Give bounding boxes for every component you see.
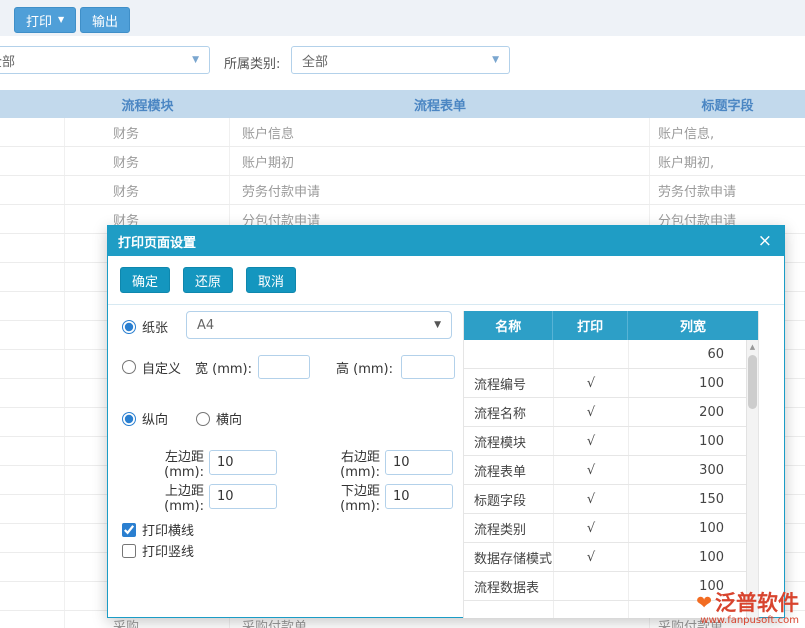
- scroll-up-icon[interactable]: ▲: [747, 340, 758, 353]
- cell-title: 劳务付款申请: [650, 176, 805, 204]
- cell-module: 财务: [65, 147, 230, 175]
- caret-down-icon: ▼: [192, 55, 199, 65]
- landscape-radio[interactable]: [196, 412, 210, 426]
- print-hline-checkbox[interactable]: [122, 523, 136, 537]
- custom-size-row: 自定义 宽 (mm): 高 (mm):: [122, 355, 455, 379]
- divider: [108, 304, 784, 305]
- paper-label: 纸张: [142, 317, 168, 336]
- height-input[interactable]: [401, 355, 455, 379]
- column-header-title: 标题字段: [650, 90, 805, 118]
- cell-form: 劳务付款申请: [230, 176, 650, 204]
- print-vline-label: 打印竖线: [142, 541, 194, 560]
- table-row[interactable]: 财务 劳务付款申请 劳务付款申请: [0, 176, 805, 205]
- columns-row[interactable]: 60: [464, 340, 748, 369]
- dialog-titlebar: 打印页面设置 ×: [108, 226, 784, 256]
- column-header-name: 名称: [464, 311, 553, 340]
- columns-row[interactable]: 流程名称 √ 200: [464, 398, 748, 427]
- margin-bottom-label: 下边距(mm):: [320, 484, 380, 514]
- margin-bottom-group: 下边距(mm):: [320, 484, 453, 514]
- column-header-form: 流程表单: [230, 90, 650, 118]
- columns-row-partial: [464, 601, 748, 618]
- print-button[interactable]: 打印 ▼: [14, 7, 76, 33]
- cancel-button[interactable]: 取消: [246, 267, 296, 293]
- columns-table: 名称 打印 列宽 60 流程编号 √ 100 流程名称 √ 200 流程模块 √…: [463, 311, 759, 618]
- cell-title: 账户信息,: [650, 118, 805, 146]
- export-button[interactable]: 输出: [80, 7, 130, 33]
- cell-form: 账户信息: [230, 118, 650, 146]
- paper-size-value: A4: [197, 318, 214, 333]
- print-hline-row: 打印横线: [122, 520, 194, 539]
- table-row[interactable]: 财务 账户信息 账户信息,: [0, 118, 805, 147]
- paper-radio[interactable]: [122, 320, 136, 334]
- category-filter-value: 全部: [302, 51, 328, 70]
- column-header-empty: [0, 90, 65, 118]
- table-row[interactable]: 财务 账户期初 账户期初,: [0, 147, 805, 176]
- custom-radio[interactable]: [122, 360, 136, 374]
- print-hline-label: 打印横线: [142, 520, 194, 539]
- paper-size-select[interactable]: A4 ▼: [186, 311, 452, 339]
- cell-module: 财务: [65, 118, 230, 146]
- module-filter-select[interactable]: 全部 ▼: [0, 46, 210, 74]
- column-header-module: 流程模块: [65, 90, 230, 118]
- margin-left-group: 左边距(mm):: [144, 450, 277, 480]
- export-button-label: 输出: [92, 11, 118, 30]
- caret-down-icon: ▼: [434, 320, 441, 330]
- margin-top-input[interactable]: [209, 484, 277, 509]
- cell-form: 账户期初: [230, 147, 650, 175]
- margin-left-input[interactable]: [209, 450, 277, 475]
- paper-size-row: 纸张: [122, 317, 168, 336]
- module-filter-value: 全部: [0, 51, 15, 70]
- columns-row[interactable]: 流程数据表 100: [464, 572, 748, 601]
- custom-label: 自定义: [142, 358, 181, 377]
- column-header-print: 打印: [553, 311, 628, 340]
- margin-right-group: 右边距(mm):: [320, 450, 453, 480]
- cell-title: 账户期初,: [650, 147, 805, 175]
- columns-row[interactable]: 流程编号 √ 100: [464, 369, 748, 398]
- restore-button[interactable]: 还原: [183, 267, 233, 293]
- orientation-row: 纵向 横向: [122, 409, 242, 428]
- category-filter-select[interactable]: 全部 ▼: [291, 46, 510, 74]
- portrait-label: 纵向: [142, 409, 168, 428]
- ok-button[interactable]: 确定: [120, 267, 170, 293]
- close-icon[interactable]: ×: [756, 233, 774, 250]
- print-button-label: 打印: [26, 11, 52, 30]
- columns-row[interactable]: 流程类别 √ 100: [464, 514, 748, 543]
- print-settings-dialog: 打印页面设置 × 确定 还原 取消 纸张 A4 ▼ 自定义 宽 (mm): 高 …: [107, 225, 785, 618]
- caret-down-icon: ▼: [58, 16, 64, 24]
- print-vline-checkbox[interactable]: [122, 544, 136, 558]
- cell-module: 财务: [65, 176, 230, 204]
- columns-row[interactable]: 标题字段 √ 150: [464, 485, 748, 514]
- margin-bottom-input[interactable]: [385, 484, 453, 509]
- columns-row[interactable]: 数据存储模式 √ 100: [464, 543, 748, 572]
- margin-top-label: 上边距(mm):: [144, 484, 204, 514]
- dialog-title: 打印页面设置: [118, 232, 196, 251]
- landscape-label: 横向: [216, 409, 242, 428]
- dialog-buttons: 确定 还原 取消: [120, 267, 296, 293]
- margin-right-label: 右边距(mm):: [320, 450, 380, 480]
- column-header-width: 列宽: [628, 311, 758, 340]
- caret-down-icon: ▼: [492, 55, 499, 65]
- table-header-row: 流程模块 流程表单 标题字段: [0, 90, 805, 118]
- margin-right-input[interactable]: [385, 450, 453, 475]
- scrollbar[interactable]: ▲: [746, 340, 758, 618]
- width-input[interactable]: [258, 355, 310, 379]
- toolbar: 打印 ▼ 输出: [0, 0, 805, 36]
- columns-table-header: 名称 打印 列宽: [464, 311, 758, 340]
- columns-row[interactable]: 流程表单 √ 300: [464, 456, 748, 485]
- category-filter-label: 所属类别:: [224, 53, 280, 72]
- columns-row[interactable]: 流程模块 √ 100: [464, 427, 748, 456]
- portrait-radio[interactable]: [122, 412, 136, 426]
- print-vline-row: 打印竖线: [122, 541, 194, 560]
- filter-bar: 全部 ▼ 所属类别: 全部 ▼: [0, 36, 805, 76]
- width-label: 宽 (mm):: [195, 358, 252, 377]
- scrollbar-thumb[interactable]: [748, 355, 757, 409]
- height-label: 高 (mm):: [336, 358, 393, 377]
- margin-left-label: 左边距(mm):: [144, 450, 204, 480]
- margin-top-group: 上边距(mm):: [144, 484, 277, 514]
